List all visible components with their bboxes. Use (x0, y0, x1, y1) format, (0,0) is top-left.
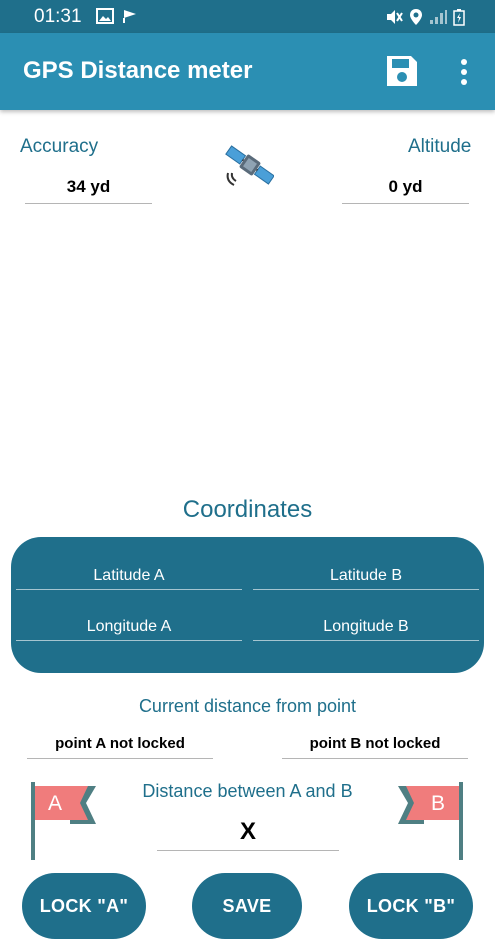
more-vertical-icon[interactable] (455, 57, 473, 87)
save-button[interactable]: SAVE (192, 873, 302, 939)
flag-a-letter: A (48, 792, 63, 815)
altitude-label: Altitude (408, 136, 472, 157)
location-icon (410, 9, 422, 25)
current-distance-label: Current distance from point (138, 696, 357, 716)
accuracy-value: 34 yd (25, 177, 152, 204)
lock-a-button[interactable]: LOCK "A" (22, 873, 146, 939)
coordinates-title: Coordinates (182, 496, 313, 523)
latitude-a-field: Latitude A (16, 567, 242, 590)
coordinates-panel: Latitude A Latitude B Longitude A Longit… (11, 537, 484, 673)
longitude-a-field: Longitude A (16, 618, 242, 641)
status-bar: 01:31 (0, 0, 495, 33)
flag-b-letter: B (431, 792, 446, 815)
satellite-icon (225, 145, 274, 186)
image-icon (96, 8, 114, 24)
lock-b-button[interactable]: LOCK "B" (349, 873, 473, 939)
app-title: GPS Distance meter (23, 57, 253, 84)
flag-a-icon (31, 782, 96, 860)
point-a-status: point A not locked (27, 735, 213, 759)
point-b-status: point B not locked (282, 735, 468, 759)
accuracy-label: Accuracy (20, 136, 99, 157)
altitude-value: 0 yd (342, 177, 469, 204)
flag-a: A (30, 780, 100, 862)
latitude-b-field: Latitude B (253, 567, 479, 590)
battery-icon (453, 9, 465, 26)
save-icon[interactable] (384, 53, 420, 89)
status-time: 01:31 (34, 6, 82, 27)
app-bar: GPS Distance meter (0, 33, 495, 110)
signal-icon (430, 10, 447, 24)
mute-icon (387, 10, 403, 24)
longitude-b-field: Longitude B (253, 618, 479, 641)
distance-between-value: X (157, 818, 339, 851)
flag-icon (123, 10, 136, 23)
flag-b: B (396, 780, 466, 862)
